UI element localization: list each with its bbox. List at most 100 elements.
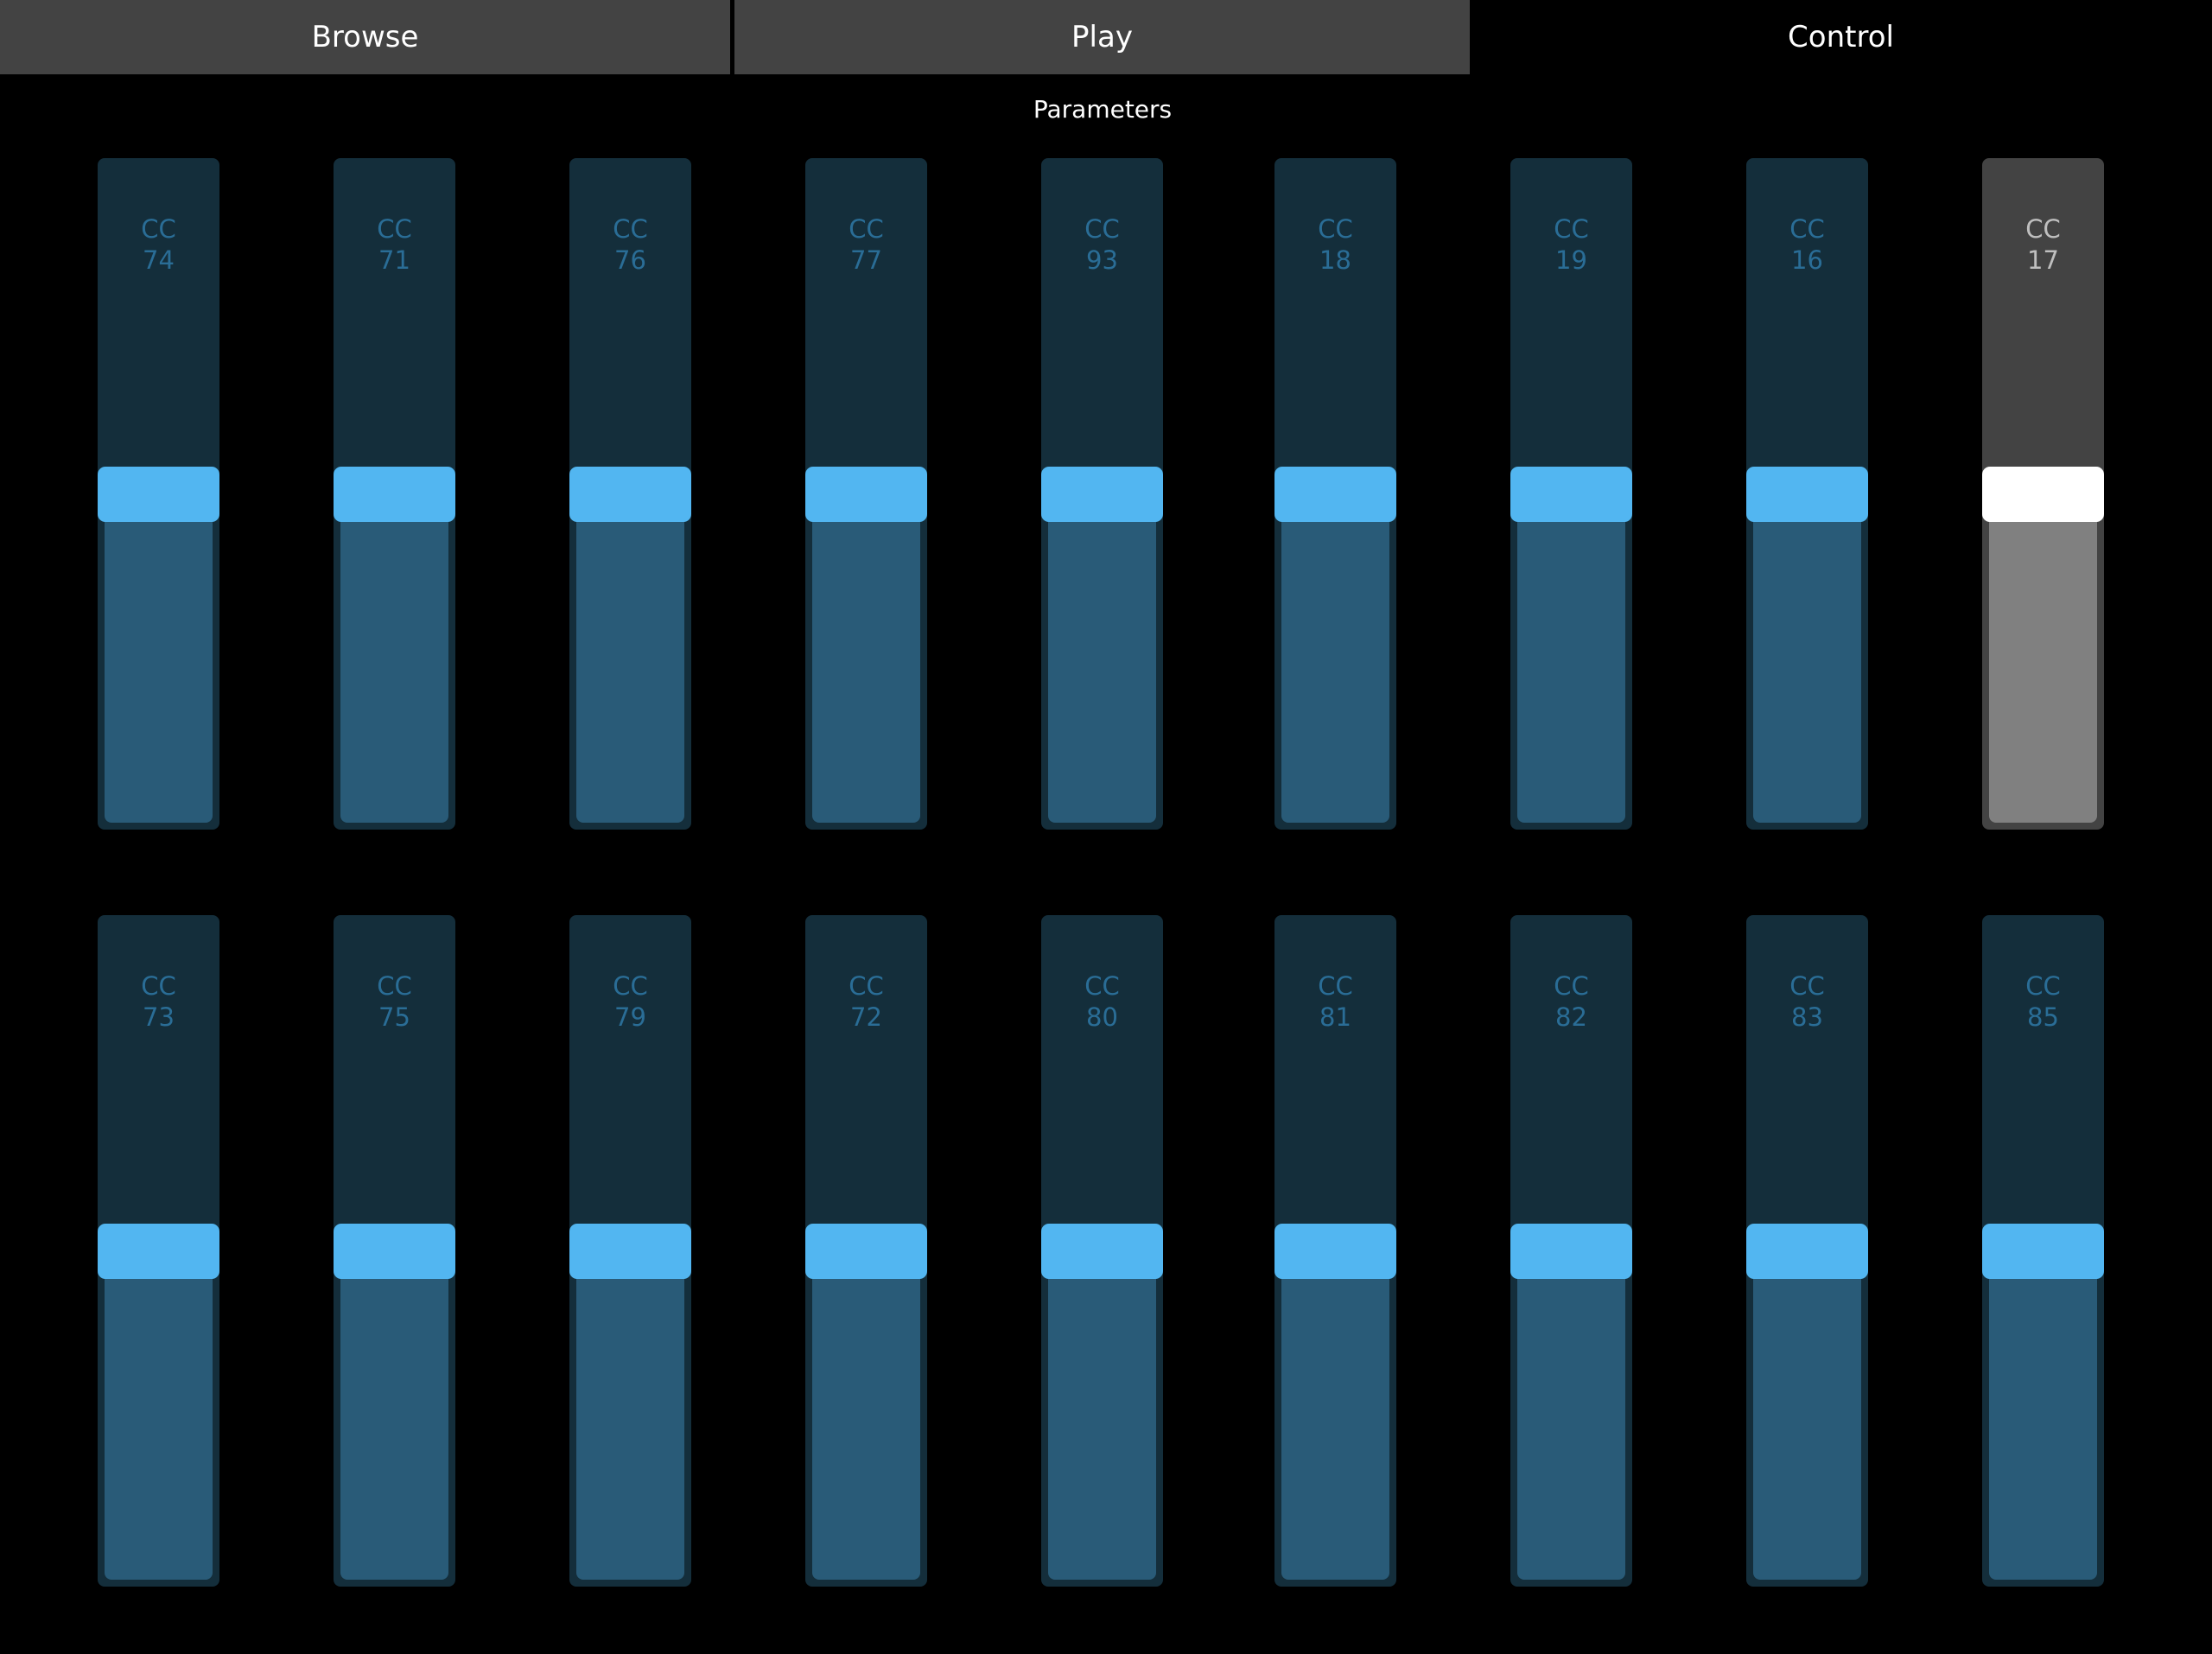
cc-slider[interactable]: CC 82	[1510, 915, 1632, 1587]
cc-number: 71	[378, 245, 410, 275]
cc-slider-fill	[1753, 1251, 1861, 1580]
cc-slider-label: CC 18	[1274, 213, 1396, 276]
tab-browse[interactable]: Browse	[0, 0, 730, 74]
cc-prefix: CC	[377, 971, 412, 1001]
cc-slider-label: CC 80	[1041, 970, 1163, 1033]
cc-prefix: CC	[1554, 971, 1589, 1001]
cc-slider-fill	[105, 494, 213, 823]
cc-number: 17	[2027, 245, 2059, 275]
cc-slider-fill	[1281, 494, 1389, 823]
cc-slider-label: CC 83	[1746, 970, 1868, 1033]
cc-slider-label: CC 17	[1982, 213, 2104, 276]
cc-prefix: CC	[1084, 971, 1120, 1001]
cc-slider-fill	[812, 494, 920, 823]
cc-prefix: CC	[1318, 971, 1353, 1001]
cc-number: 93	[1086, 245, 1118, 275]
app-root: Browse Play Control Parameters CC 74 CC 71 C…	[0, 0, 2212, 1654]
cc-slider-fill	[576, 494, 684, 823]
cc-prefix: CC	[141, 971, 176, 1001]
cc-slider-knob[interactable]	[1746, 1224, 1868, 1279]
cc-slider-fill	[1517, 494, 1625, 823]
cc-slider-fill	[812, 1251, 920, 1580]
cc-prefix: CC	[849, 971, 884, 1001]
tab-bar: Browse Play Control	[0, 0, 2212, 74]
cc-slider-label: CC 74	[98, 213, 219, 276]
cc-slider-knob[interactable]	[1041, 467, 1163, 522]
cc-slider-label: CC 75	[334, 970, 455, 1033]
cc-slider-knob[interactable]	[98, 1224, 219, 1279]
cc-slider-label: CC 77	[805, 213, 927, 276]
cc-slider-knob[interactable]	[1510, 467, 1632, 522]
cc-slider-label: CC 76	[569, 213, 691, 276]
cc-slider[interactable]: CC 19	[1510, 158, 1632, 830]
cc-slider-fill	[1048, 494, 1156, 823]
cc-slider-knob[interactable]	[1510, 1224, 1632, 1279]
cc-number: 76	[614, 245, 646, 275]
cc-prefix: CC	[141, 214, 176, 244]
tab-play[interactable]: Play	[734, 0, 1470, 74]
cc-prefix: CC	[1789, 971, 1825, 1001]
cc-slider-knob[interactable]	[334, 467, 455, 522]
cc-slider[interactable]: CC 93	[1041, 158, 1163, 830]
cc-slider-label: CC 79	[569, 970, 691, 1033]
cc-number: 72	[850, 1002, 882, 1032]
cc-number: 16	[1791, 245, 1823, 275]
tab-control[interactable]: Control	[1470, 0, 2212, 74]
cc-slider-knob[interactable]	[98, 467, 219, 522]
cc-slider-fill	[1753, 494, 1861, 823]
cc-slider[interactable]: CC 75	[334, 915, 455, 1587]
cc-slider[interactable]: CC 74	[98, 158, 219, 830]
cc-slider-fill	[340, 494, 448, 823]
cc-slider-fill	[1989, 494, 2097, 823]
cc-number: 81	[1319, 1002, 1351, 1032]
cc-slider-fill	[1048, 1251, 1156, 1580]
cc-slider-fill	[105, 1251, 213, 1580]
cc-slider-knob[interactable]	[1274, 1224, 1396, 1279]
cc-slider-label: CC 93	[1041, 213, 1163, 276]
cc-slider-knob[interactable]	[1982, 467, 2104, 522]
cc-slider-label: CC 73	[98, 970, 219, 1033]
cc-slider[interactable]: CC 77	[805, 158, 927, 830]
cc-prefix: CC	[377, 214, 412, 244]
cc-slider-knob[interactable]	[805, 467, 927, 522]
cc-slider-knob[interactable]	[334, 1224, 455, 1279]
cc-slider-label: CC 85	[1982, 970, 2104, 1033]
cc-slider[interactable]: CC 72	[805, 915, 927, 1587]
cc-slider-label: CC 82	[1510, 970, 1632, 1033]
section-title: Parameters	[1033, 95, 1173, 124]
cc-prefix: CC	[1554, 214, 1589, 244]
cc-slider-knob[interactable]	[569, 467, 691, 522]
cc-prefix: CC	[613, 214, 648, 244]
cc-prefix: CC	[2025, 971, 2061, 1001]
cc-slider[interactable]: CC 17	[1982, 158, 2104, 830]
cc-slider-knob[interactable]	[1274, 467, 1396, 522]
cc-slider[interactable]: CC 18	[1274, 158, 1396, 830]
cc-number: 73	[143, 1002, 175, 1032]
cc-slider-knob[interactable]	[1746, 467, 1868, 522]
cc-slider[interactable]: CC 83	[1746, 915, 1868, 1587]
cc-number: 79	[614, 1002, 646, 1032]
cc-slider-knob[interactable]	[569, 1224, 691, 1279]
cc-slider[interactable]: CC 16	[1746, 158, 1868, 830]
cc-slider-fill	[340, 1251, 448, 1580]
cc-slider-knob[interactable]	[1041, 1224, 1163, 1279]
cc-slider[interactable]: CC 81	[1274, 915, 1396, 1587]
cc-number: 19	[1555, 245, 1587, 275]
cc-slider-knob[interactable]	[1982, 1224, 2104, 1279]
cc-slider-fill	[1281, 1251, 1389, 1580]
cc-number: 75	[378, 1002, 410, 1032]
cc-slider[interactable]: CC 79	[569, 915, 691, 1587]
cc-slider[interactable]: CC 80	[1041, 915, 1163, 1587]
cc-prefix: CC	[1789, 214, 1825, 244]
cc-slider[interactable]: CC 76	[569, 158, 691, 830]
cc-slider-knob[interactable]	[805, 1224, 927, 1279]
cc-prefix: CC	[1318, 214, 1353, 244]
cc-slider-label: CC 19	[1510, 213, 1632, 276]
cc-slider[interactable]: CC 71	[334, 158, 455, 830]
cc-prefix: CC	[1084, 214, 1120, 244]
cc-slider[interactable]: CC 73	[98, 915, 219, 1587]
cc-number: 18	[1319, 245, 1351, 275]
cc-slider[interactable]: CC 85	[1982, 915, 2104, 1587]
cc-number: 74	[143, 245, 175, 275]
cc-number: 85	[2027, 1002, 2059, 1032]
